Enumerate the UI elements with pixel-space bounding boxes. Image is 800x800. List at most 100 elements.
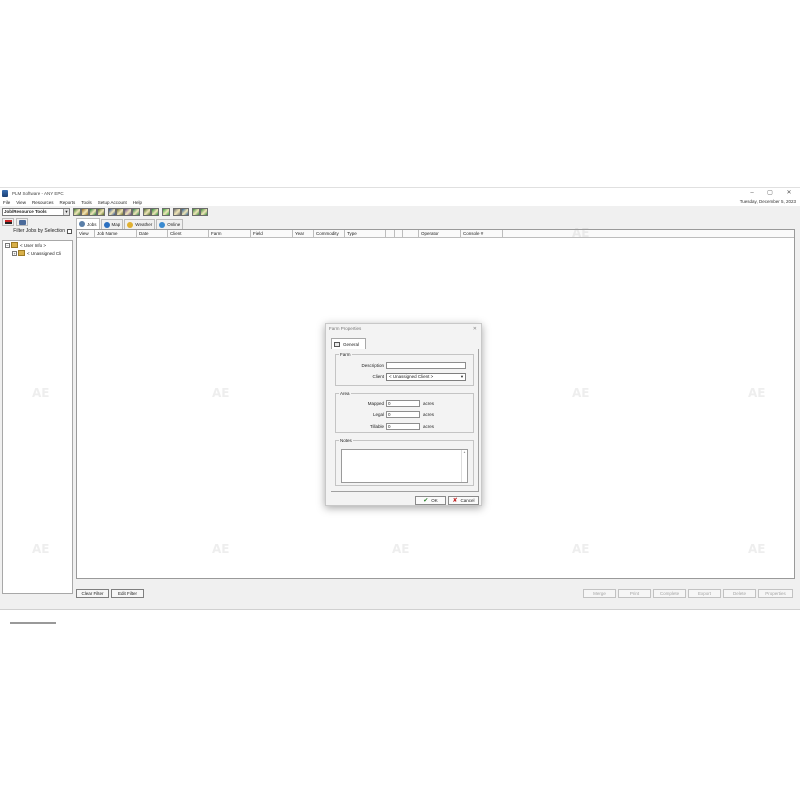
dialog-close-icon[interactable]: ✕ (473, 324, 477, 334)
delete-button[interactable]: Delete (723, 589, 756, 598)
column-type[interactable]: Type (345, 230, 386, 237)
edit-filter-button[interactable]: Edit Filter (111, 589, 144, 598)
menu-resources[interactable]: Resources (29, 200, 57, 205)
refresh-icon[interactable] (162, 207, 170, 216)
client-tree: − < User Info > + < Unassigned Cli (2, 240, 73, 594)
filter-row: Filter Jobs by Selection (2, 227, 73, 235)
maximize-button[interactable]: ▢ (761, 188, 779, 198)
grid-alt-icon[interactable] (200, 207, 208, 216)
expand-icon[interactable]: + (12, 250, 17, 256)
tab-jobs[interactable]: Jobs (76, 218, 100, 229)
ok-button[interactable]: ✔ OK (415, 496, 446, 505)
legal-unit: acres (423, 412, 435, 417)
collapse-icon[interactable]: − (5, 242, 10, 248)
globe-icon (103, 221, 110, 228)
print-button[interactable]: Print (618, 589, 651, 598)
tab-weather[interactable]: Weather (124, 219, 156, 229)
watermark: AE (748, 542, 766, 556)
map-layer-icon[interactable] (108, 207, 116, 216)
notes-scrollbar[interactable]: ▲ (461, 450, 467, 482)
cancel-button[interactable]: ✘ Cancel (448, 496, 479, 505)
left-tab-resources[interactable] (16, 218, 28, 226)
column-operator[interactable]: Operator (419, 230, 461, 237)
menu-reports[interactable]: Reports (56, 200, 78, 205)
farm-group: Farm Description Client < Unassigned Cli… (335, 352, 474, 386)
tab-online[interactable]: Online (156, 219, 184, 229)
tab-map[interactable]: Map (100, 219, 124, 229)
client-folder-icon (18, 250, 25, 256)
column-client[interactable]: Client (168, 230, 209, 237)
column-blank-1[interactable] (386, 230, 395, 237)
mapped-label: Mapped (367, 401, 384, 406)
client-dropdown[interactable]: < Unassigned Client > ▼ (386, 373, 466, 381)
column-farm[interactable]: Farm (209, 230, 251, 237)
column-field[interactable]: Field (251, 230, 293, 237)
new-job-icon[interactable] (73, 207, 81, 216)
left-tab-clients[interactable] (2, 218, 14, 226)
general-tab-page: Farm Description Client < Unassigned Cli… (331, 349, 479, 492)
grid-icon[interactable] (192, 207, 200, 216)
filter-jobs-label: Filter Jobs by Selection (13, 228, 65, 234)
tree-item-unassigned-client[interactable]: + < Unassigned Cli (3, 249, 72, 257)
document-icon[interactable] (173, 207, 181, 216)
export-button[interactable]: Export (688, 589, 721, 598)
merge-button[interactable]: Merge (583, 589, 616, 598)
column-console[interactable]: Console # (461, 230, 503, 237)
product-icon[interactable] (124, 207, 132, 216)
tab-general[interactable]: General (331, 338, 366, 349)
import-icon[interactable] (89, 207, 97, 216)
online-globe-icon (159, 221, 166, 228)
tractor-icon[interactable] (116, 207, 124, 216)
export-icon[interactable] (181, 207, 189, 216)
general-tab-icon (334, 341, 340, 347)
close-window-button[interactable]: ✕ (780, 188, 798, 198)
x-icon: ✘ (452, 498, 458, 504)
clear-filter-button[interactable]: Clear Filter (76, 589, 109, 598)
open-job-icon[interactable] (81, 207, 89, 216)
current-date: Tuesday, December 5, 2023 (739, 199, 796, 204)
tillable-label: Tillable (369, 424, 384, 429)
minimize-button[interactable]: – (743, 188, 761, 198)
farm-properties-dialog: Farm Properties ✕ General Farm Descripti… (325, 323, 482, 506)
column-view[interactable]: View (77, 230, 95, 237)
chevron-down-icon: ▼ (460, 374, 464, 379)
jobs-icon (79, 221, 85, 227)
field-icon[interactable] (97, 207, 105, 216)
mapped-field[interactable]: 0 (386, 400, 420, 407)
users-folder-icon (11, 242, 18, 248)
menu-file[interactable]: File (0, 200, 13, 205)
main-tabs: Jobs Map Weather Online (76, 217, 795, 229)
filter-jobs-checkbox[interactable] (67, 228, 72, 234)
operator-icon[interactable] (132, 207, 140, 216)
tool-set-dropdown[interactable]: Job/Resource Tools ▼ (2, 207, 70, 216)
watermark: AE (212, 386, 230, 400)
column-blank-2[interactable] (395, 230, 403, 237)
column-blank-3[interactable] (403, 230, 419, 237)
tree-item-user-info[interactable]: − < User Info > (3, 241, 72, 249)
report-icon[interactable] (143, 207, 151, 216)
column-date[interactable]: Date (137, 230, 168, 237)
notes-group-label: Notes (339, 438, 353, 443)
menu-setup-account[interactable]: Setup Account (95, 200, 130, 205)
left-panel-scrollbar[interactable] (10, 622, 56, 624)
tillable-field[interactable]: 0 (386, 423, 420, 430)
edit-icon[interactable] (151, 207, 159, 216)
tree-item-label: < User Info > (20, 242, 47, 248)
properties-button[interactable]: Properties (758, 589, 793, 598)
menu-help[interactable]: Help (130, 200, 145, 205)
column-job-name[interactable]: Job Name (95, 230, 137, 237)
tab-online-label: Online (167, 222, 181, 227)
description-field[interactable] (386, 362, 466, 369)
legal-field[interactable]: 0 (386, 411, 420, 418)
menu-view[interactable]: View (13, 200, 29, 205)
farm-group-label: Farm (339, 352, 352, 357)
column-commodity[interactable]: Commodity (314, 230, 345, 237)
tab-weather-label: Weather (135, 222, 153, 227)
chevron-down-icon: ▼ (63, 208, 69, 215)
column-year[interactable]: Year (293, 230, 314, 237)
notes-textarea[interactable]: ▲ (341, 449, 468, 483)
menu-tools[interactable]: Tools (78, 200, 95, 205)
grid-header: View Job Name Date Client Farm Field Yea… (77, 230, 794, 238)
complete-button[interactable]: Complete (653, 589, 686, 598)
area-group-label: Area (339, 391, 351, 396)
